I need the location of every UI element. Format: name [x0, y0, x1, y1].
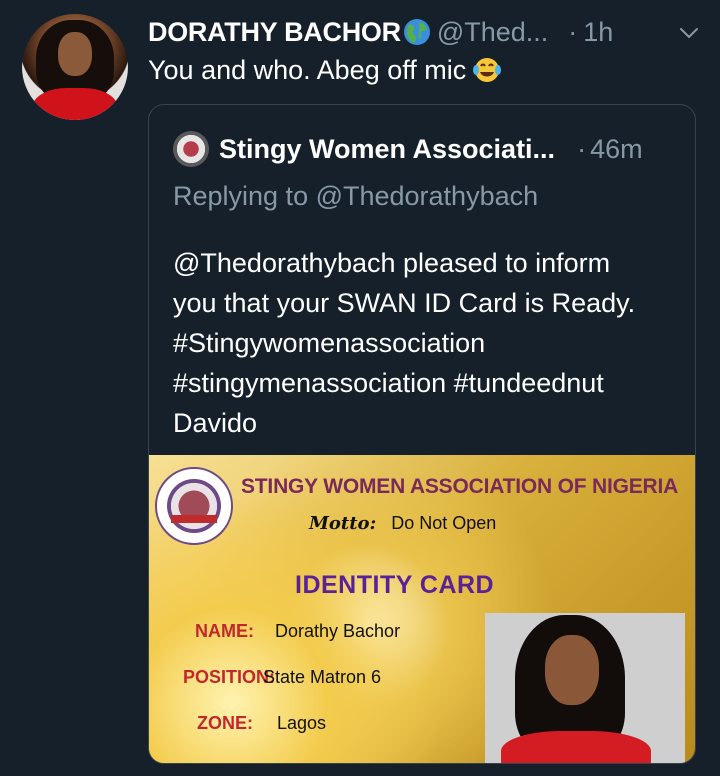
tweet-timestamp[interactable]: 1h — [583, 17, 613, 48]
quoted-text-line: @Thedorathybach pleased to inform — [173, 248, 611, 278]
id-card-image[interactable]: STINGY WOMEN ASSOCIATION OF NIGERIA Mott… — [149, 455, 695, 763]
seal-ribbon — [171, 515, 217, 523]
card-field-name: NAME: Dorathy Bachor — [195, 621, 400, 642]
avatar-dress — [32, 88, 118, 120]
motto-value: Do Not Open — [391, 513, 497, 533]
author-name[interactable]: DORATHY BACHOR — [148, 17, 401, 48]
card-motto: Motto: Do Not Open — [309, 513, 496, 534]
author-handle[interactable]: @Thed... — [437, 17, 548, 48]
separator-dot: · — [577, 133, 587, 164]
quoted-timestamp[interactable]: 46m — [590, 134, 643, 165]
photo-dress — [501, 731, 651, 763]
photo-face — [545, 635, 599, 705]
quoted-text-line: #stingymenassociation #tundeednut — [173, 368, 604, 398]
seal-inner — [167, 479, 221, 533]
chevron-down-icon[interactable] — [678, 22, 700, 44]
field-label: NAME: — [195, 621, 254, 641]
card-field-position: POSITION: State Matron 6 — [183, 667, 381, 688]
quoted-tweet-header: Stingy Women Associati... · 46m — [173, 129, 675, 169]
quoted-author-name[interactable]: Stingy Women Associati... — [219, 134, 555, 165]
tears-of-joy-emoji-icon — [473, 58, 502, 82]
globe-emoji-icon — [403, 19, 430, 45]
motto-label: Motto: — [309, 513, 377, 534]
card-title: STINGY WOMEN ASSOCIATION OF NIGERIA — [241, 475, 679, 498]
quoted-text-line: Davido — [173, 408, 258, 438]
author-avatar[interactable] — [22, 14, 128, 120]
field-value: Dorathy Bachor — [275, 621, 401, 641]
field-label: ZONE: — [197, 713, 253, 733]
tweet-header: DORATHY BACHOR @Thed... · 1h — [148, 10, 700, 54]
quoted-tweet-text: @Thedorathybach pleased to inform you th… — [173, 243, 683, 443]
card-heading: IDENTITY CARD — [295, 571, 495, 599]
quoted-text-line: #Stingywomenassociation — [173, 328, 486, 358]
quoted-text-line: you that your SWAN ID Card is Ready. — [173, 288, 636, 318]
card-field-zone: ZONE: Lagos — [197, 713, 326, 734]
quoted-author-avatar[interactable] — [173, 131, 209, 167]
quoted-tweet[interactable]: Stingy Women Associati... · 46m Replying… — [148, 104, 696, 764]
replying-to: Replying to @Thedorathybach — [173, 181, 539, 211]
field-value: State Matron 6 — [263, 667, 382, 687]
field-label: POSITION: — [183, 667, 276, 687]
separator-dot: · — [568, 16, 578, 47]
tweet-text-content: You and who. Abeg off mic — [148, 55, 467, 85]
avatar-face — [58, 32, 92, 76]
member-photo — [485, 613, 685, 763]
association-seal-logo — [155, 467, 233, 545]
tweet-text: You and who. Abeg off mic — [148, 54, 502, 86]
field-value: Lagos — [277, 713, 327, 733]
